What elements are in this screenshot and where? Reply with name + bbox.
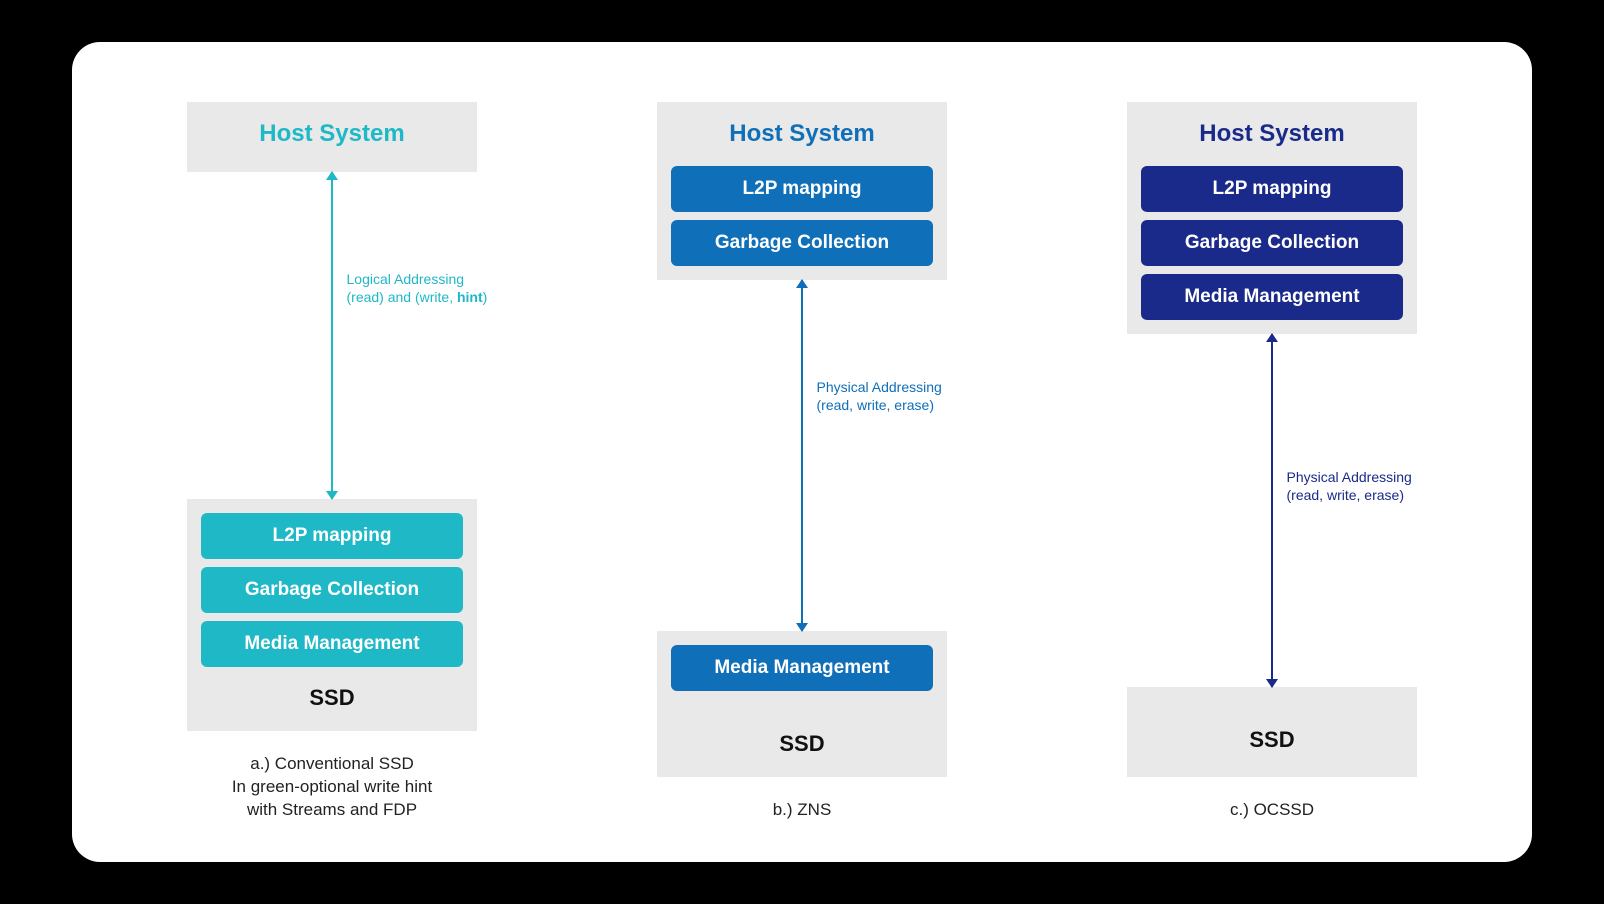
pill-l2p-a: L2P mapping: [201, 513, 463, 559]
column-conventional-ssd: Host System Logical Addressing (read) an…: [152, 102, 512, 822]
arrow-label-a-line1: Logical Addressing: [347, 271, 465, 287]
ssd-label-c: SSD: [1249, 727, 1294, 753]
diagram-canvas: Host System Logical Addressing (read) an…: [72, 42, 1532, 862]
arrow-label-a: Logical Addressing (read) and (write, hi…: [347, 270, 488, 306]
caption-a-l2: In green-optional write hint: [232, 777, 432, 796]
pill-l2p-c: L2P mapping: [1141, 166, 1403, 212]
host-title-a: Host System: [201, 114, 463, 158]
host-box-b: Host System L2P mapping Garbage Collecti…: [657, 102, 947, 280]
caption-a-l1: a.) Conventional SSD: [250, 754, 413, 773]
host-title-c: Host System: [1141, 114, 1403, 158]
caption-a-l3: with Streams and FDP: [247, 800, 417, 819]
arrow-label-b-line2: (read, write, erase): [817, 397, 934, 413]
arrow-label-c: Physical Addressing (read, write, erase): [1287, 468, 1412, 504]
ssd-label-b: SSD: [671, 691, 933, 763]
arrow-label-c-line2: (read, write, erase): [1287, 487, 1404, 503]
arrow-label-a-line2-pre: (read) and (write,: [347, 289, 457, 305]
arrow-down-icon: [796, 623, 808, 632]
arrow-label-a-line2-bold: hint: [457, 289, 483, 305]
arrow-label-a-line2-post: ): [483, 289, 488, 305]
arrow-a: Logical Addressing (read) and (write, hi…: [187, 172, 477, 499]
ssd-box-a: L2P mapping Garbage Collection Media Man…: [187, 499, 477, 731]
pill-l2p-b: L2P mapping: [671, 166, 933, 212]
host-box-c: Host System L2P mapping Garbage Collecti…: [1127, 102, 1417, 334]
arrow-up-icon: [1266, 333, 1278, 342]
arrow-line-icon: [1271, 334, 1273, 687]
arrow-c: Physical Addressing (read, write, erase): [1127, 334, 1417, 687]
pill-gc-c: Garbage Collection: [1141, 220, 1403, 266]
arrow-down-icon: [326, 491, 338, 500]
arrow-b: Physical Addressing (read, write, erase): [657, 280, 947, 631]
caption-a: a.) Conventional SSD In green-optional w…: [232, 753, 432, 822]
column-zns: Host System L2P mapping Garbage Collecti…: [622, 102, 982, 822]
arrow-down-icon: [1266, 679, 1278, 688]
caption-c: c.) OCSSD: [1230, 799, 1314, 822]
arrow-label-b: Physical Addressing (read, write, erase): [817, 378, 942, 414]
arrow-label-b-line1: Physical Addressing: [817, 379, 942, 395]
pill-gc-b: Garbage Collection: [671, 220, 933, 266]
arrow-line-icon: [331, 172, 333, 499]
pill-mm-b: Media Management: [671, 645, 933, 691]
arrow-up-icon: [326, 171, 338, 180]
host-box-a: Host System: [187, 102, 477, 172]
arrow-up-icon: [796, 279, 808, 288]
pill-mm-a: Media Management: [201, 621, 463, 667]
ssd-box-b: Media Management SSD: [657, 631, 947, 777]
host-title-b: Host System: [671, 114, 933, 158]
pill-mm-c: Media Management: [1141, 274, 1403, 320]
ssd-box-c: SSD: [1127, 687, 1417, 777]
ssd-label-a: SSD: [201, 667, 463, 717]
column-ocssd: Host System L2P mapping Garbage Collecti…: [1092, 102, 1452, 822]
arrow-line-icon: [801, 280, 803, 631]
pill-gc-a: Garbage Collection: [201, 567, 463, 613]
arrow-label-c-line1: Physical Addressing: [1287, 469, 1412, 485]
caption-b: b.) ZNS: [773, 799, 832, 822]
